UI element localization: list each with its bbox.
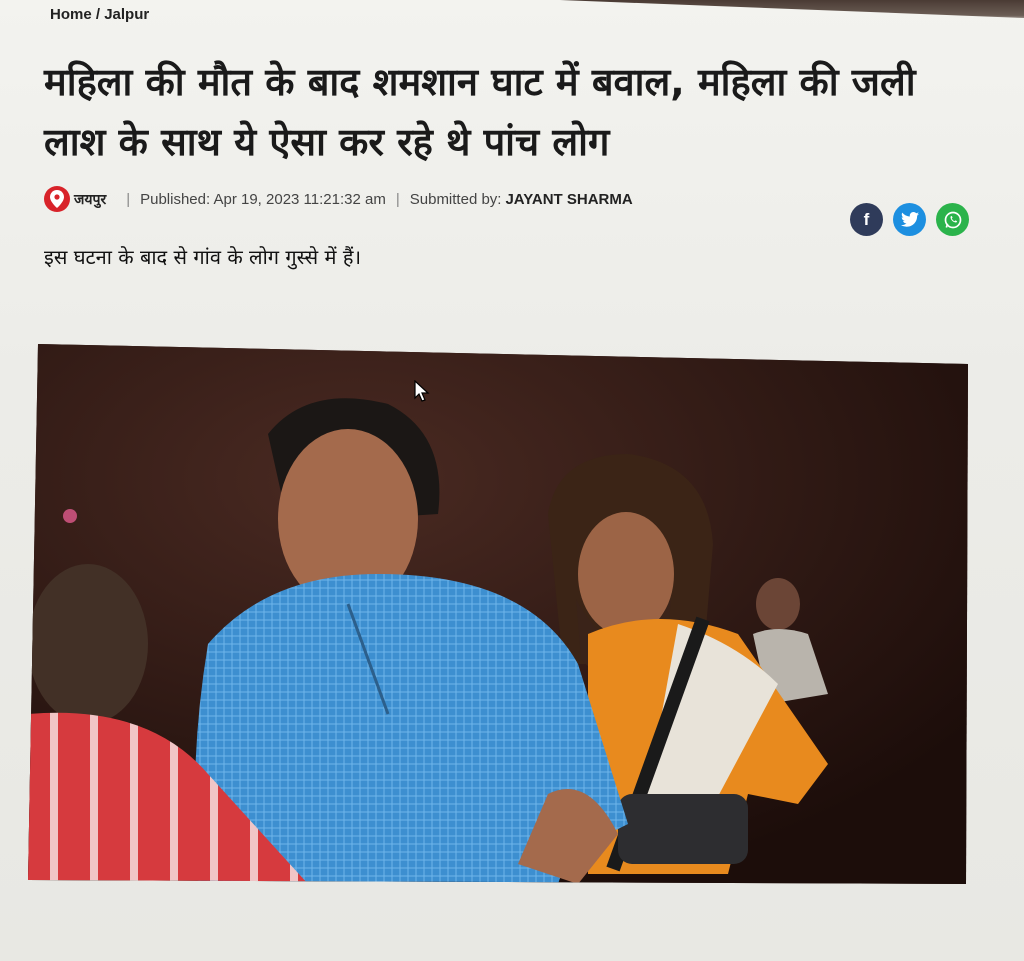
article-meta: जयपुर | Published: Apr 19, 2023 11:21:32… <box>44 186 633 212</box>
news-photo-image <box>28 344 968 884</box>
meta-divider: | <box>126 190 131 208</box>
breadcrumb-home[interactable]: Home <box>50 6 92 23</box>
breadcrumb: Home / Jalpur <box>50 6 149 23</box>
breadcrumb-separator: / <box>95 6 101 23</box>
whatsapp-share-button[interactable] <box>936 203 969 236</box>
published-date: Published: Apr 19, 2023 11:21:32 am <box>140 190 386 208</box>
mouse-cursor-icon <box>414 379 430 407</box>
twitter-share-button[interactable] <box>893 203 926 236</box>
submitted-label: Submitted by: <box>409 190 502 208</box>
meta-divider: | <box>395 190 400 208</box>
share-buttons: f <box>850 203 969 236</box>
twitter-icon <box>900 212 919 227</box>
article-photo <box>28 344 968 884</box>
author-name[interactable]: JAYANT SHARMA <box>505 191 632 208</box>
facebook-share-button[interactable]: f <box>850 203 883 236</box>
article-headline: महिला की मौत के बाद शमशान घाट में बवाल, … <box>44 60 916 164</box>
location-label[interactable]: जयपुर <box>74 190 106 209</box>
breadcrumb-section[interactable]: Jalpur <box>104 6 149 23</box>
whatsapp-icon <box>944 211 961 228</box>
facebook-icon: f <box>863 209 870 229</box>
location-pin-icon <box>44 186 70 212</box>
article-summary: इस घटना के बाद से गांव के लोग गुस्से में… <box>44 245 362 269</box>
article-page: Home / Jalpur महिला की मौत के बाद शमशान … <box>0 0 1024 961</box>
